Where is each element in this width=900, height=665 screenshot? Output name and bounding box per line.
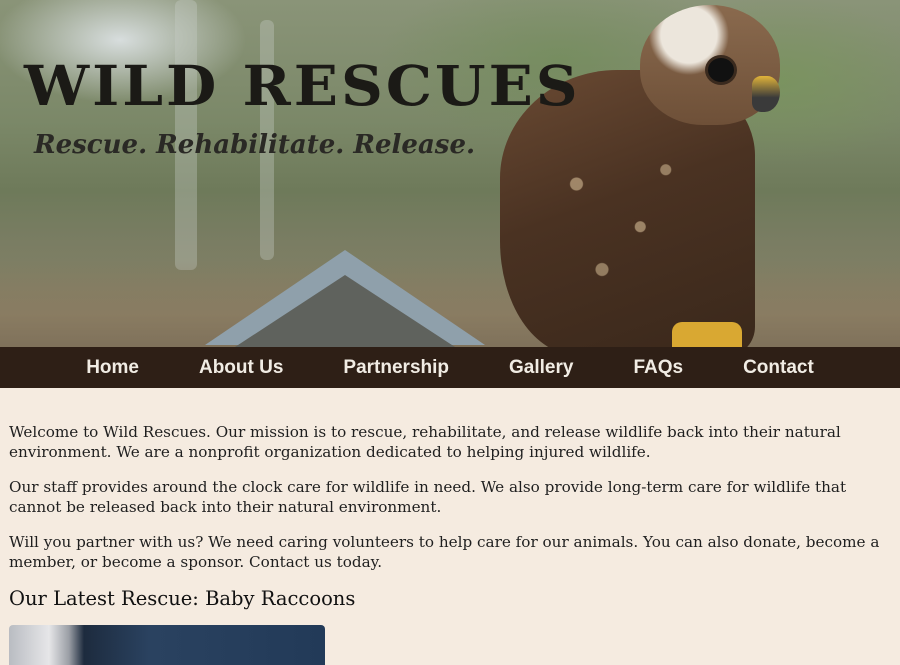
site-tagline: Rescue. Rehabilitate. Release.: [34, 130, 476, 160]
nav-item-gallery[interactable]: Gallery: [479, 357, 603, 379]
nav-item-about-us[interactable]: About Us: [169, 357, 313, 379]
main-navigation: Home About Us Partnership Gallery FAQs C…: [0, 347, 900, 388]
welcome-paragraph: Welcome to Wild Rescues. Our mission is …: [9, 423, 841, 461]
site-logo[interactable]: WILD RESCUES: [24, 54, 581, 119]
raccoon-photo: [9, 625, 325, 665]
nav-item-contact[interactable]: Contact: [713, 357, 844, 379]
main-content: Welcome to Wild Rescues. Our mission is …: [9, 422, 897, 665]
latest-rescue-heading: Our Latest Rescue: Baby Raccoons: [9, 587, 356, 610]
hero-banner: WILD RESCUES Rescue. Rehabilitate. Relea…: [0, 0, 900, 347]
nav-item-partnership[interactable]: Partnership: [313, 357, 479, 379]
hawk-talon: [672, 322, 742, 347]
care-paragraph: Our staff provides around the clock care…: [9, 478, 847, 516]
nav-item-faqs[interactable]: FAQs: [603, 357, 713, 379]
hawk-beak: [752, 76, 780, 112]
hawk-eye: [708, 58, 734, 82]
nav-item-home[interactable]: Home: [56, 357, 169, 379]
partner-paragraph: Will you partner with us? We need caring…: [9, 533, 880, 571]
background-roof-shadow: [235, 275, 455, 347]
